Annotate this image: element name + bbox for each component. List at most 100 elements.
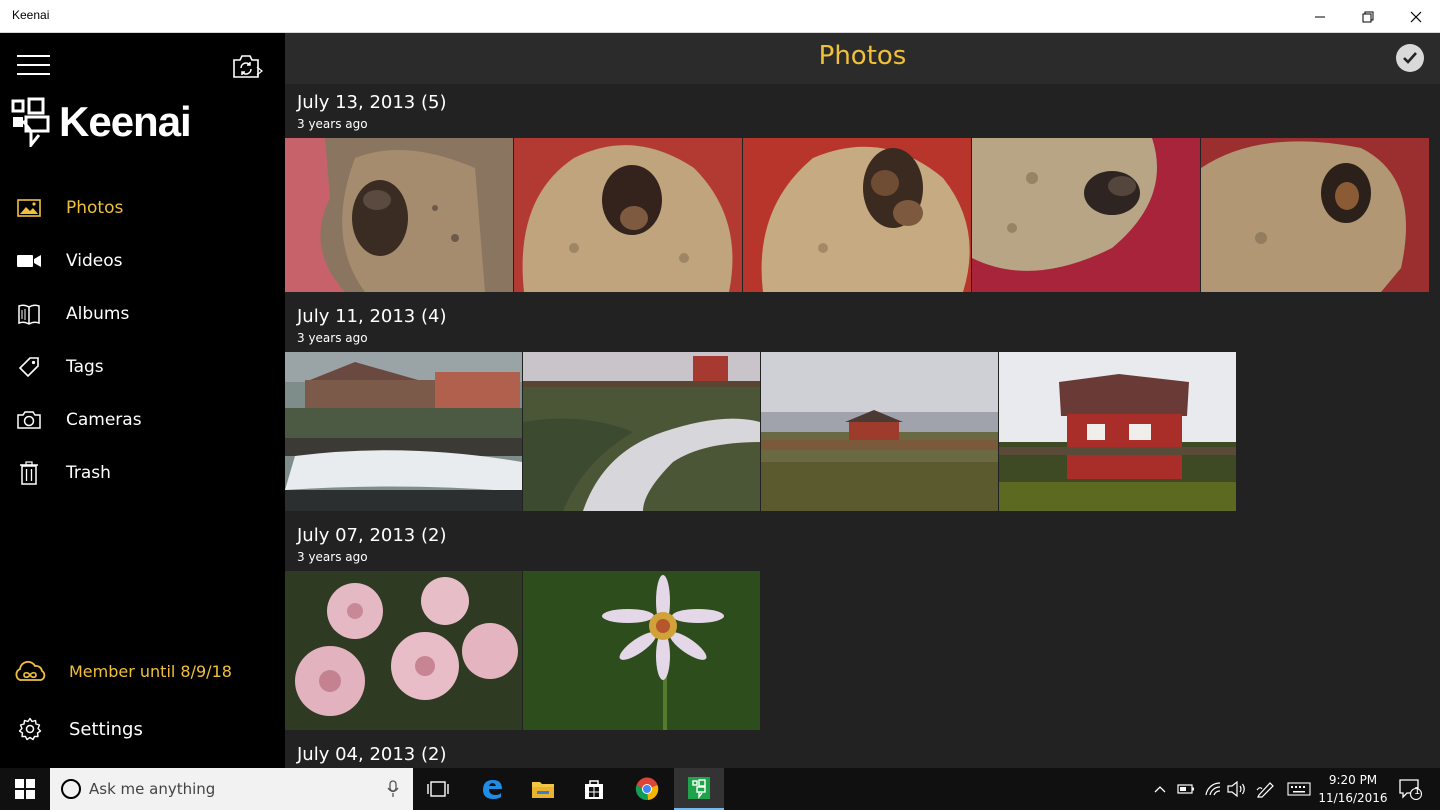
- photo-thumbnail[interactable]: [514, 138, 742, 292]
- sidebar-item-label: Albums: [66, 303, 130, 324]
- windows-logo-icon: [15, 779, 35, 799]
- camera-icon: [16, 407, 42, 433]
- photo-thumbnail[interactable]: [999, 352, 1236, 511]
- logo-text: Keenai: [59, 98, 192, 145]
- gear-icon: [18, 717, 42, 741]
- sidebar-item-videos[interactable]: Videos: [0, 234, 285, 287]
- thumbnail-row: [285, 352, 1236, 511]
- settings-label: Settings: [69, 718, 143, 740]
- close-icon: [1410, 11, 1422, 22]
- minimize-button[interactable]: [1296, 0, 1344, 33]
- action-center-button[interactable]: 1: [1390, 768, 1430, 810]
- hamburger-menu-icon[interactable]: [17, 55, 50, 77]
- tag-icon: [16, 354, 42, 380]
- task-view-icon: [427, 781, 449, 797]
- sidebar-item-photos[interactable]: Photos: [0, 181, 285, 234]
- photo-thumbnail[interactable]: [743, 138, 971, 292]
- page-header: Photos: [285, 33, 1440, 84]
- close-button[interactable]: [1392, 0, 1440, 33]
- edge-browser-icon: [483, 780, 502, 799]
- battery-status[interactable]: [1175, 768, 1197, 810]
- chrome-browser-icon: [635, 777, 659, 801]
- membership-status[interactable]: Member until 8/9/18: [12, 660, 232, 682]
- album-book-icon: [16, 301, 42, 327]
- photo-thumbnail[interactable]: [285, 352, 522, 511]
- select-mode-button[interactable]: [1396, 44, 1424, 72]
- search-placeholder: Ask me anything: [89, 780, 216, 798]
- group-date-heading: July 11, 2013 (4): [297, 306, 447, 327]
- cortana-icon: [61, 779, 81, 799]
- thumbnail-row: [285, 571, 760, 730]
- window-title: Keenai: [12, 8, 50, 22]
- sidebar-item-label: Cameras: [66, 409, 142, 430]
- pen-workspace-button[interactable]: [1254, 768, 1278, 810]
- start-button[interactable]: [0, 768, 50, 810]
- photo-thumbnail[interactable]: [1201, 138, 1429, 292]
- sidebar-nav: Photos Videos Albums Tags Cameras Trash: [0, 181, 285, 499]
- settings-button[interactable]: Settings: [18, 717, 143, 741]
- photo-thumbnail[interactable]: [285, 571, 522, 730]
- task-view-button[interactable]: [413, 768, 463, 810]
- battery-icon: [1177, 784, 1194, 794]
- title-bar: Keenai: [0, 0, 1440, 33]
- taskbar: Ask me anything 9:20 PM 11/16/2016 1: [0, 768, 1440, 810]
- photo-thumbnail[interactable]: [523, 352, 760, 511]
- thumbnail-row: [285, 138, 1429, 292]
- group-date-heading: July 04, 2013 (2): [297, 744, 447, 765]
- cortana-search-box[interactable]: Ask me anything: [50, 768, 413, 810]
- store-bag-icon: [585, 780, 603, 799]
- system-clock[interactable]: 9:20 PM 11/16/2016: [1318, 771, 1388, 807]
- microphone-icon[interactable]: [387, 780, 399, 798]
- wifi-icon: [1205, 782, 1221, 796]
- photo-thumbnail[interactable]: [761, 352, 998, 511]
- group-date-heading: July 13, 2013 (5): [297, 92, 447, 113]
- sidebar-item-label: Trash: [66, 462, 111, 483]
- sidebar-item-albums[interactable]: Albums: [0, 287, 285, 340]
- taskbar-file-explorer[interactable]: [518, 768, 568, 810]
- checkmark-icon: [1403, 52, 1417, 64]
- taskbar-edge[interactable]: [467, 768, 517, 810]
- speaker-icon: [1227, 781, 1245, 797]
- group-date-heading: July 07, 2013 (2): [297, 525, 447, 546]
- sidebar-item-trash[interactable]: Trash: [0, 446, 285, 499]
- group-relative-date: 3 years ago: [297, 331, 368, 345]
- keenai-logo: Keenai: [11, 97, 192, 147]
- keyboard-icon: [1287, 782, 1311, 796]
- keenai-logo-icon: [11, 97, 50, 147]
- sidebar-item-tags[interactable]: Tags: [0, 340, 285, 393]
- keenai-app-icon: [688, 777, 710, 799]
- cloud-infinity-icon: [15, 660, 46, 681]
- sidebar: Keenai Photos Videos Albums Tags Cameras…: [0, 33, 285, 768]
- photo-thumbnail[interactable]: [285, 138, 513, 292]
- sidebar-item-label: Videos: [66, 250, 123, 271]
- member-until-label: Member until 8/9/18: [69, 661, 232, 681]
- minimize-icon: [1315, 16, 1325, 17]
- folder-icon: [532, 782, 554, 798]
- camera-sync-icon[interactable]: [231, 53, 263, 81]
- group-relative-date: 3 years ago: [297, 117, 368, 131]
- network-status[interactable]: [1202, 768, 1224, 810]
- sidebar-item-label: Tags: [66, 356, 104, 377]
- main-content: Photos July 13, 2013 (5) 3 years ago Jul…: [285, 33, 1440, 768]
- taskbar-store[interactable]: [569, 768, 619, 810]
- video-camera-icon: [16, 248, 42, 274]
- trash-icon: [16, 460, 42, 486]
- volume-control[interactable]: [1226, 768, 1248, 810]
- pen-icon: [1256, 782, 1274, 798]
- photo-icon: [16, 195, 42, 221]
- show-hidden-icons-button[interactable]: [1150, 768, 1170, 810]
- sidebar-item-cameras[interactable]: Cameras: [0, 393, 285, 446]
- photo-thumbnail[interactable]: [972, 138, 1200, 292]
- notification-count: 1: [1414, 786, 1421, 797]
- page-title: Photos: [818, 41, 907, 71]
- taskbar-keenai[interactable]: [674, 768, 724, 810]
- clock-date: 11/16/2016: [1318, 791, 1388, 805]
- clock-time: 9:20 PM: [1328, 773, 1378, 787]
- sidebar-item-label: Photos: [66, 197, 124, 218]
- touch-keyboard-button[interactable]: [1284, 768, 1314, 810]
- group-relative-date: 3 years ago: [297, 550, 368, 564]
- taskbar-chrome[interactable]: [622, 768, 672, 810]
- photo-thumbnail[interactable]: [523, 571, 760, 730]
- restore-button[interactable]: [1344, 0, 1392, 33]
- chevron-up-icon: [1154, 786, 1166, 793]
